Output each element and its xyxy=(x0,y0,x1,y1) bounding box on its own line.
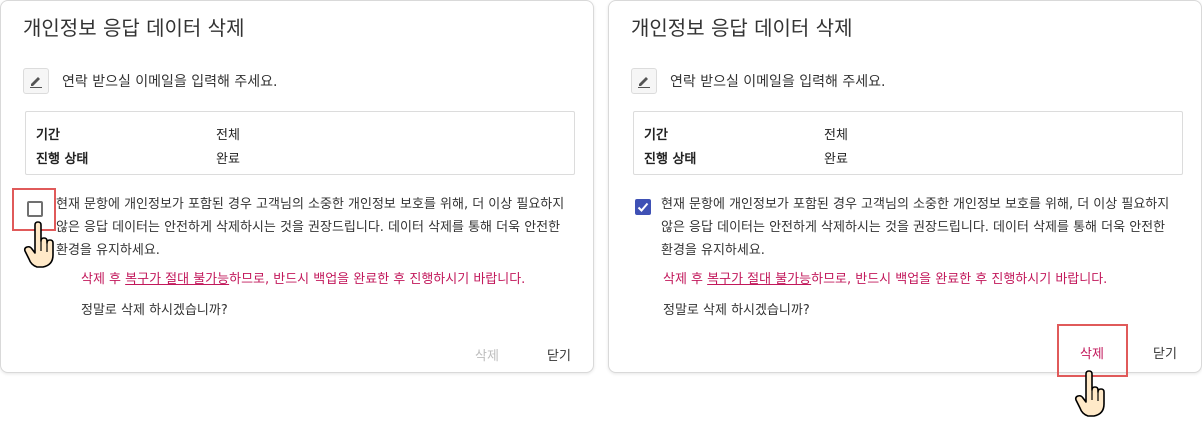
delete-button[interactable]: 삭제 xyxy=(475,345,499,364)
info-row-period: 기간 전체 xyxy=(644,124,848,143)
confirm-text: 정말로 삭제 하시겠습니까? xyxy=(663,303,810,318)
pencil-icon[interactable] xyxy=(23,68,49,94)
info-row-status: 진행 상태 완료 xyxy=(36,148,240,167)
agree-checkbox[interactable] xyxy=(635,199,651,215)
agree-checkbox[interactable] xyxy=(27,201,43,217)
delete-dialog-unchecked: 개인정보 응답 데이터 삭제 연락 받으실 이메일을 입력해 주세요. 기간 전체… xyxy=(0,0,594,373)
info-table: 기간 전체 진행 상태 완료 xyxy=(633,111,1183,175)
info-value: 전체 xyxy=(824,128,848,143)
warning-pre: 삭제 후 xyxy=(81,272,126,287)
email-prompt: 연락 받으실 이메일을 입력해 주세요. xyxy=(670,74,886,90)
dialog-title: 개인정보 응답 데이터 삭제 xyxy=(631,16,853,40)
info-table: 기간 전체 진행 상태 완료 xyxy=(25,111,575,175)
info-value: 완료 xyxy=(824,152,848,167)
warning-emphasis: 복구가 절대 불가능 xyxy=(125,272,230,287)
info-label: 진행 상태 xyxy=(644,152,697,167)
pencil-icon[interactable] xyxy=(631,68,657,94)
confirm-text: 정말로 삭제 하시겠습니까? xyxy=(81,303,228,318)
delete-button[interactable]: 삭제 xyxy=(1080,343,1104,362)
warning-pre: 삭제 후 xyxy=(663,272,708,287)
info-row-status: 진행 상태 완료 xyxy=(644,148,848,167)
info-label: 기간 xyxy=(36,128,60,143)
check-icon xyxy=(637,202,649,212)
close-button[interactable]: 닫기 xyxy=(547,345,571,364)
email-prompt-row[interactable]: 연락 받으실 이메일을 입력해 주세요. xyxy=(23,67,277,95)
warning-post: 하므로, 반드시 백업을 완료한 후 진행하시기 바랍니다. xyxy=(229,272,526,287)
notice-text: 현재 문항에 개인정보가 포함된 경우 고객님의 소중한 개인정보 보호를 위해… xyxy=(56,197,565,258)
info-value: 완료 xyxy=(216,152,240,167)
email-prompt-row[interactable]: 연락 받으실 이메일을 입력해 주세요. xyxy=(631,67,885,95)
hand-pointer-icon xyxy=(23,221,54,268)
info-value: 전체 xyxy=(216,128,240,143)
email-prompt: 연락 받으실 이메일을 입력해 주세요. xyxy=(62,74,278,90)
info-label: 기간 xyxy=(644,128,668,143)
close-button[interactable]: 닫기 xyxy=(1153,343,1177,362)
warning-emphasis: 복구가 절대 불가능 xyxy=(707,272,812,287)
warning-text: 삭제 후 복구가 절대 불가능하므로, 반드시 백업을 완료한 후 진행하시기 … xyxy=(81,268,525,287)
hand-pointer-icon xyxy=(1074,370,1105,417)
warning-text: 삭제 후 복구가 절대 불가능하므로, 반드시 백업을 완료한 후 진행하시기 … xyxy=(663,268,1107,287)
info-label: 진행 상태 xyxy=(36,152,89,167)
warning-post: 하므로, 반드시 백업을 완료한 후 진행하시기 바랍니다. xyxy=(811,272,1108,287)
notice-text: 현재 문항에 개인정보가 포함된 경우 고객님의 소중한 개인정보 보호를 위해… xyxy=(661,197,1170,258)
delete-dialog-checked: 개인정보 응답 데이터 삭제 연락 받으실 이메일을 입력해 주세요. 기간 전체… xyxy=(608,0,1202,377)
dialog-title: 개인정보 응답 데이터 삭제 xyxy=(23,16,245,40)
info-row-period: 기간 전체 xyxy=(36,124,240,143)
